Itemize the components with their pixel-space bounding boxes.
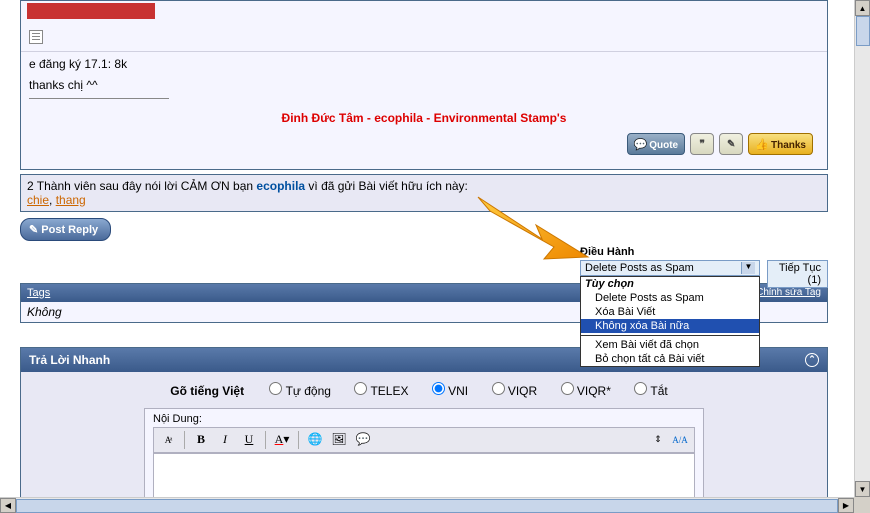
vertical-scrollbar[interactable]: ▲ ▼ xyxy=(854,0,870,497)
scroll-left-icon[interactable]: ◀ xyxy=(0,498,16,513)
scroll-right-icon[interactable]: ▶ xyxy=(838,498,854,513)
resize-corner xyxy=(854,497,870,513)
tags-title[interactable]: Tags xyxy=(27,287,50,299)
scroll-thumb-h[interactable] xyxy=(16,499,838,513)
dropdown-arrow-icon[interactable]: ▼ xyxy=(741,262,755,274)
thanker-link-2[interactable]: thang xyxy=(56,193,86,207)
quickreply-button[interactable]: ✎ xyxy=(719,133,743,155)
mode-switch-button[interactable]: A/A xyxy=(670,430,690,450)
thanker-link-1[interactable]: chie xyxy=(27,193,49,207)
ime-option[interactable]: Tắt xyxy=(634,384,667,398)
mod-option[interactable]: Delete Posts as Spam xyxy=(581,291,759,305)
font-icon[interactable]: Aͣ xyxy=(158,430,178,450)
quick-reply-panel: Trả Lời Nhanh ⌃ Gõ tiếng Việt Tự động TE… xyxy=(20,347,828,513)
thanks-bar: 2 Thành viên sau đây nói lời CẢM ƠN bạn … xyxy=(20,174,828,212)
ime-option[interactable]: VIQR xyxy=(492,384,538,398)
scroll-up-icon[interactable]: ▲ xyxy=(855,0,870,16)
signature-text: Đinh Đức Tâm - ecophila - Environmental … xyxy=(29,111,819,125)
moderation-dropdown: Tùy chọn Delete Posts as Spam Xóa Bài Vi… xyxy=(580,276,760,367)
italic-button[interactable]: I xyxy=(215,430,235,450)
post-container: e đăng ký 17.1: 8k thanks chị ^^ Đinh Đứ… xyxy=(20,0,828,170)
editor-toolbar: Aͣ B I U A▾ 🌐 🖼 💬 ⇕ xyxy=(153,427,695,453)
underline-button[interactable]: U xyxy=(239,430,259,450)
color-button[interactable]: A▾ xyxy=(272,430,292,450)
scroll-down-icon[interactable]: ▼ xyxy=(855,481,870,497)
quick-reply-title: Trả Lời Nhanh xyxy=(29,353,110,367)
continue-button[interactable]: Tiếp Tục (1) xyxy=(767,260,828,288)
thanked-user[interactable]: ecophila xyxy=(256,179,305,193)
post-line-2: thanks chị ^^ xyxy=(29,77,819,94)
moderation-select[interactable]: Delete Posts as Spam ▼ xyxy=(580,260,760,276)
quote-insert-button[interactable]: 💬 xyxy=(353,430,373,450)
multiquote-button[interactable]: ❞ xyxy=(690,133,714,155)
collapse-icon[interactable]: ⌃ xyxy=(805,353,819,367)
link-button[interactable]: 🌐 xyxy=(305,430,325,450)
quote-button[interactable]: Quote xyxy=(627,133,686,155)
user-banner xyxy=(27,3,155,19)
ime-option[interactable]: Tự động xyxy=(269,384,331,398)
mod-option[interactable]: Xem Bài viết đã chọn xyxy=(581,338,759,352)
thanks-button[interactable]: Thanks xyxy=(748,133,813,155)
mod-option-selected[interactable]: Không xóa Bài nữa xyxy=(581,319,759,333)
mod-option[interactable]: Xóa Bài Viết xyxy=(581,305,759,319)
post-line-1: e đăng ký 17.1: 8k xyxy=(29,56,819,73)
moderation-label: Điều Hành xyxy=(580,246,634,258)
expand-icon[interactable]: ⇕ xyxy=(648,430,668,450)
ime-option[interactable]: VIQR* xyxy=(561,384,611,398)
post-reply-button[interactable]: Post Reply xyxy=(20,218,111,241)
ime-option[interactable]: TELEX xyxy=(354,384,408,398)
signature-divider xyxy=(29,98,169,99)
bold-button[interactable]: B xyxy=(191,430,211,450)
horizontal-scrollbar[interactable]: ◀ ▶ xyxy=(0,497,854,513)
ime-option[interactable]: VNI xyxy=(432,384,468,398)
document-icon xyxy=(29,30,43,44)
scroll-thumb[interactable] xyxy=(856,16,870,46)
mod-option[interactable]: Bỏ chọn tất cả Bài viết xyxy=(581,352,759,366)
content-label: Nội Dung: xyxy=(153,413,695,425)
edit-tags-link[interactable]: Chỉnh sửa Tag xyxy=(756,287,821,299)
ime-row: Gõ tiếng Việt Tự động TELEX VNI VIQR VIQ… xyxy=(33,382,815,398)
image-button[interactable]: 🖼 xyxy=(329,430,349,450)
